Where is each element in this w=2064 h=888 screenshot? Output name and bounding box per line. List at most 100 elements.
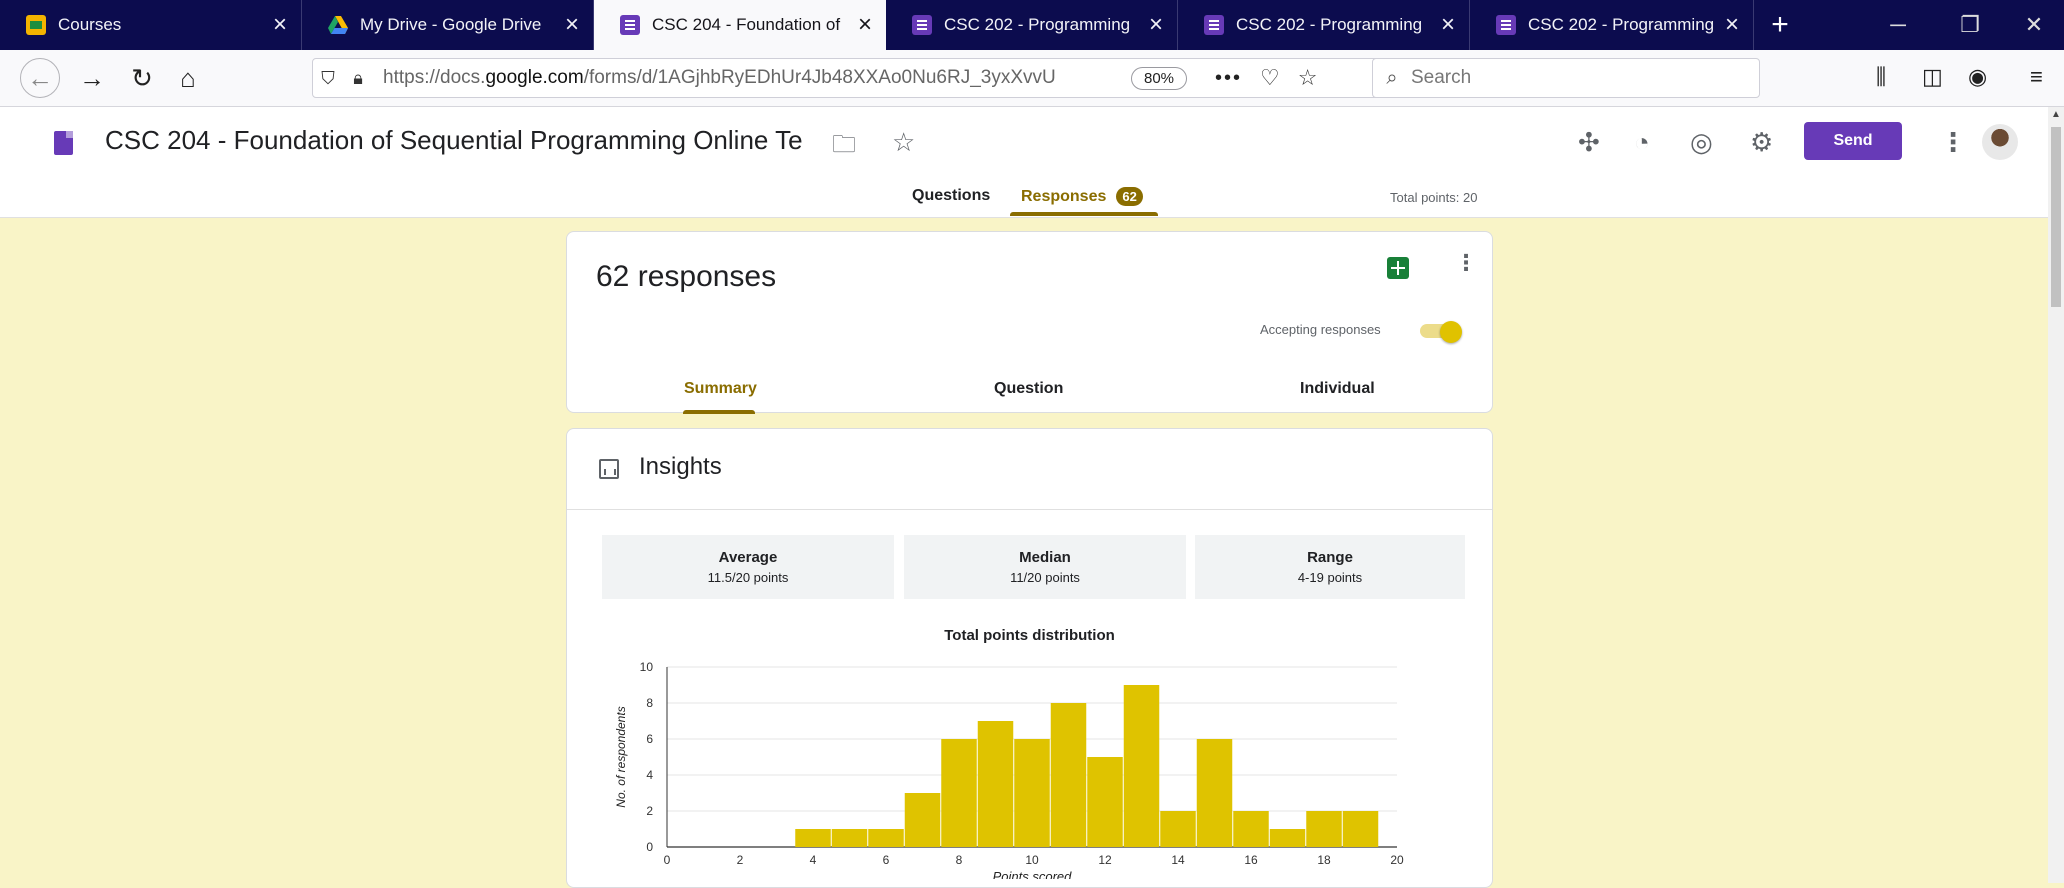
close-icon[interactable]: ×: [858, 11, 872, 39]
x-tick-label: 16: [1244, 853, 1258, 867]
close-icon[interactable]: ×: [1725, 11, 1739, 39]
forms-header: CSC 204 - Foundation of Sequential Progr…: [0, 107, 2048, 218]
restore-button[interactable]: ❐: [1940, 0, 2000, 50]
menu-icon[interactable]: ≡: [2030, 64, 2043, 90]
insights-card: Insights Average 11.5/20 points Median 1…: [566, 428, 1493, 888]
close-icon[interactable]: ×: [1149, 11, 1163, 39]
histogram-bar: [1014, 739, 1050, 847]
accepting-responses-toggle[interactable]: [1420, 321, 1462, 343]
url-prefix: https://docs.: [383, 67, 486, 88]
stat-average: Average 11.5/20 points: [602, 535, 894, 599]
x-tick-label: 0: [664, 853, 671, 867]
tab-csc202-1[interactable]: CSC 202 - Programming ×: [886, 0, 1178, 50]
form-title[interactable]: CSC 204 - Foundation of Sequential Progr…: [105, 125, 825, 156]
account-icon[interactable]: ◉: [1968, 64, 1987, 90]
stat-label: Median: [1019, 549, 1071, 566]
preview-eye-icon[interactable]: ◎: [1690, 127, 1713, 158]
histogram-bar: [977, 721, 1014, 847]
reload-button[interactable]: ↻: [122, 58, 162, 98]
tab-csc204-active[interactable]: CSC 204 - Foundation of ×: [594, 0, 886, 50]
histogram-bar: [1342, 811, 1379, 847]
bookmark-star-icon[interactable]: ☆: [1298, 65, 1318, 91]
x-tick-label: 14: [1171, 853, 1185, 867]
x-tick-label: 18: [1317, 853, 1331, 867]
star-icon[interactable]: ☆: [892, 127, 915, 158]
histogram-bar: [1196, 739, 1233, 847]
scroll-up-icon[interactable]: ▲: [2051, 109, 2061, 120]
more-options-icon[interactable]: ⋮: [1455, 250, 1477, 276]
back-button[interactable]: ←: [20, 58, 60, 98]
tab-title: CSC 202 - Programming: [1236, 15, 1423, 34]
tab-question[interactable]: Question: [994, 380, 1063, 398]
histogram-bar: [831, 829, 868, 847]
settings-gear-icon[interactable]: ⚙: [1750, 127, 1773, 158]
close-icon[interactable]: ×: [1441, 11, 1455, 39]
forms-icon: [1496, 15, 1516, 35]
shield-icon[interactable]: ⛉: [313, 68, 343, 89]
sheets-icon[interactable]: [1387, 257, 1409, 279]
more-options-icon[interactable]: ⋮: [1940, 127, 1966, 158]
y-tick-label: 2: [646, 804, 653, 818]
histogram-bar: [941, 739, 977, 847]
vertical-scrollbar[interactable]: ▲: [2048, 107, 2064, 883]
y-axis-label: No. of respondents: [614, 706, 628, 807]
x-tick-label: 4: [810, 853, 817, 867]
folder-icon[interactable]: 🗀: [832, 127, 856, 168]
points-distribution-chart: 0 2 4 6 8 10 0 2 4 6 8 10 12 14 16 18 20 Points scored No.…: [614, 660, 1404, 879]
home-button[interactable]: ⌂: [168, 58, 208, 98]
addons-icon[interactable]: ✣: [1578, 127, 1600, 158]
navigation-bar: ← → ↻ ⌂ ⛉ 🔒︎ https://docs.google.com/for…: [0, 50, 2064, 107]
close-icon[interactable]: ×: [565, 11, 579, 39]
send-button[interactable]: Send: [1804, 122, 1902, 160]
search-icon: ⌕: [1386, 66, 1398, 89]
lock-icon[interactable]: 🔒︎: [343, 68, 373, 89]
histogram-bar: [868, 829, 904, 847]
tab-title: Courses: [58, 15, 122, 34]
histogram-bar: [1269, 829, 1306, 847]
total-points: Total points: 20: [1390, 190, 1478, 205]
y-tick-label: 4: [646, 768, 653, 782]
x-tick-label: 20: [1390, 853, 1404, 867]
tab-questions[interactable]: Questions: [912, 187, 990, 205]
library-icon[interactable]: ⫼: [1876, 64, 1886, 90]
tab-title: My Drive - Google Drive: [360, 15, 542, 34]
zoom-indicator[interactable]: 80%: [1131, 66, 1188, 90]
tab-csc202-2[interactable]: CSC 202 - Programming ×: [1178, 0, 1470, 50]
browser-tab-strip: Courses × My Drive - Google Drive × CSC …: [0, 0, 2064, 50]
pocket-icon[interactable]: ♡: [1260, 65, 1280, 91]
y-tick-label: 0: [646, 840, 653, 854]
forms-doc-icon[interactable]: [54, 131, 73, 155]
stat-label: Average: [718, 549, 778, 566]
tab-responses[interactable]: Responses 62: [1021, 187, 1143, 206]
histogram-bar: [1160, 811, 1196, 847]
new-tab-button[interactable]: +: [1754, 0, 1806, 50]
chart-title: Total points distribution: [944, 627, 1115, 644]
close-icon[interactable]: ×: [273, 11, 287, 39]
insights-title: Insights: [639, 453, 722, 480]
window-close-button[interactable]: ✕: [2004, 0, 2064, 50]
page-actions-icon[interactable]: •••: [1215, 67, 1242, 90]
tab-title: CSC 202 - Programming: [944, 15, 1131, 34]
responses-count: 62 responses: [596, 260, 777, 293]
toggle-knob: [1440, 321, 1462, 343]
x-tick-label: 6: [883, 853, 890, 867]
tab-courses[interactable]: Courses ×: [0, 0, 302, 50]
minimize-button[interactable]: ─: [1868, 0, 1928, 50]
scrollbar-thumb[interactable]: [2051, 127, 2061, 307]
avatar[interactable]: [1982, 124, 2018, 160]
tab-google-drive[interactable]: My Drive - Google Drive ×: [302, 0, 594, 50]
url-text[interactable]: https://docs.google.com/forms/d/1AGjhbRy…: [383, 67, 1123, 89]
url-domain: google.com: [485, 67, 584, 88]
x-tick-label: 8: [956, 853, 963, 867]
tab-summary[interactable]: Summary: [684, 380, 757, 398]
x-tick-label: 2: [737, 853, 744, 867]
tab-title: CSC 202 - Programming: [1528, 15, 1715, 34]
responses-count-badge: 62: [1116, 187, 1143, 206]
tab-individual[interactable]: Individual: [1300, 380, 1375, 398]
sidebar-icon[interactable]: ◫: [1922, 64, 1943, 90]
forward-button[interactable]: →: [72, 58, 112, 98]
tab-csc202-3[interactable]: CSC 202 - Programming ×: [1470, 0, 1754, 50]
search-input[interactable]: ⌕ Search: [1372, 58, 1760, 98]
palette-icon[interactable]: ◔: [1634, 127, 1650, 158]
y-tick-label: 6: [646, 732, 653, 746]
